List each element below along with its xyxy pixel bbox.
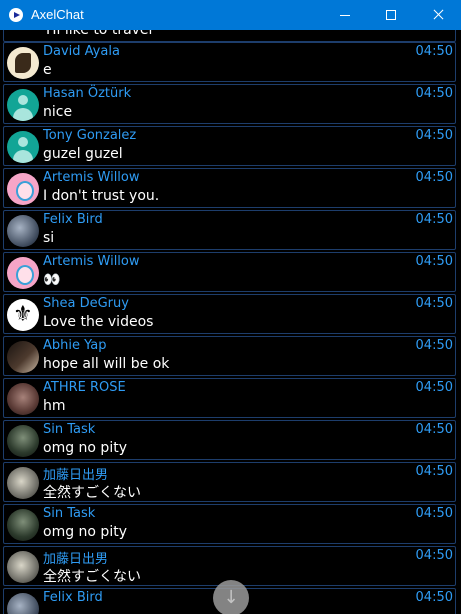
chat-message: Hasan Öztürk 04:50 nice bbox=[3, 84, 456, 124]
chat-message: ATHRE ROSE 04:50 hm bbox=[3, 378, 456, 418]
message-text: hope all will be ok bbox=[43, 356, 170, 372]
avatar bbox=[7, 47, 39, 79]
avatar bbox=[7, 257, 39, 289]
avatar bbox=[7, 215, 39, 247]
chat-message: Artemis Willow 04:50 I don't trust you. bbox=[3, 168, 456, 208]
message-time: 04:50 bbox=[415, 212, 453, 227]
message-time: 04:50 bbox=[415, 296, 453, 311]
message-time: 04:50 bbox=[415, 590, 453, 605]
message-time: 04:50 bbox=[415, 422, 453, 437]
maximize-button[interactable] bbox=[368, 0, 414, 30]
author-name: Artemis Willow bbox=[43, 254, 140, 269]
message-time: 04:50 bbox=[415, 128, 453, 143]
message-text: Hi like to travel bbox=[46, 30, 153, 38]
author-name: Felix Bird bbox=[43, 212, 103, 227]
author-name: 加藤日出男 bbox=[43, 552, 109, 567]
message-text: 👀 bbox=[43, 272, 61, 288]
message-time: 04:50 bbox=[415, 506, 453, 521]
message-text: guzel guzel bbox=[43, 146, 123, 162]
message-text: omg no pity bbox=[43, 440, 127, 456]
avatar bbox=[7, 593, 39, 614]
chat-message: Sin Task 04:50 omg no pity bbox=[3, 420, 456, 460]
author-name: Hasan Öztürk bbox=[43, 86, 132, 101]
message-time: 04:50 bbox=[415, 44, 453, 59]
author-name: Artemis Willow bbox=[43, 170, 140, 185]
author-name: ATHRE ROSE bbox=[43, 380, 126, 395]
message-time: 04:50 bbox=[415, 86, 453, 101]
message-text: hm bbox=[43, 398, 66, 414]
minimize-button[interactable] bbox=[322, 0, 368, 30]
chat-message: 加藤日出男 04:50 全然すごくない bbox=[3, 462, 456, 502]
chat-message: Artemis Willow 04:50 👀 bbox=[3, 252, 456, 292]
author-name: Shea DeGruy bbox=[43, 296, 129, 311]
message-text: nice bbox=[43, 104, 73, 120]
avatar bbox=[7, 425, 39, 457]
avatar bbox=[7, 173, 39, 205]
message-time: 04:50 bbox=[415, 170, 453, 185]
avatar bbox=[7, 131, 39, 163]
message-text: I don't trust you. bbox=[43, 188, 160, 204]
chat-message: Shea DeGruy 04:50 Love the videos bbox=[3, 294, 456, 334]
message-time: 04:50 bbox=[415, 548, 453, 563]
window-title: AxelChat bbox=[31, 7, 84, 22]
message-time: 04:50 bbox=[415, 338, 453, 353]
app-icon bbox=[9, 8, 23, 22]
avatar bbox=[7, 383, 39, 415]
avatar bbox=[7, 341, 39, 373]
avatar bbox=[7, 551, 39, 583]
message-text: 全然すごくない bbox=[43, 485, 141, 501]
chat-list[interactable]: Hi like to travel David Ayala 04:50 e Hasan… bbox=[0, 30, 461, 614]
author-name: Sin Task bbox=[43, 422, 96, 437]
scroll-to-bottom-button[interactable]: ↓ bbox=[213, 580, 249, 614]
arrow-down-icon: ↓ bbox=[223, 587, 239, 608]
chat-message-partial: Hi like to travel bbox=[3, 30, 456, 42]
author-name: David Ayala bbox=[43, 44, 120, 59]
chat-message: David Ayala 04:50 e bbox=[3, 42, 456, 82]
chat-message: Sin Task 04:50 omg no pity bbox=[3, 504, 456, 544]
author-name: Felix Bird bbox=[43, 590, 103, 605]
close-button[interactable] bbox=[415, 0, 461, 30]
author-name: Sin Task bbox=[43, 506, 96, 521]
chat-message: Tony Gonzalez 04:50 guzel guzel bbox=[3, 126, 456, 166]
chat-message: Felix Bird 04:50 si bbox=[3, 210, 456, 250]
avatar bbox=[7, 89, 39, 121]
avatar bbox=[7, 299, 39, 331]
message-text: omg no pity bbox=[43, 524, 127, 540]
title-bar: AxelChat bbox=[0, 0, 461, 30]
message-time: 04:50 bbox=[415, 380, 453, 395]
author-name: 加藤日出男 bbox=[43, 468, 109, 483]
author-name: Abhie Yap bbox=[43, 338, 107, 353]
avatar bbox=[7, 467, 39, 499]
message-text: e bbox=[43, 62, 52, 78]
message-text: si bbox=[43, 230, 55, 246]
chat-message: Abhie Yap 04:50 hope all will be ok bbox=[3, 336, 456, 376]
message-time: 04:50 bbox=[415, 254, 453, 269]
avatar bbox=[7, 509, 39, 541]
message-time: 04:50 bbox=[415, 464, 453, 479]
author-name: Tony Gonzalez bbox=[43, 128, 137, 143]
message-text: Love the videos bbox=[43, 314, 154, 330]
message-text: 全然すごくない bbox=[43, 569, 141, 585]
